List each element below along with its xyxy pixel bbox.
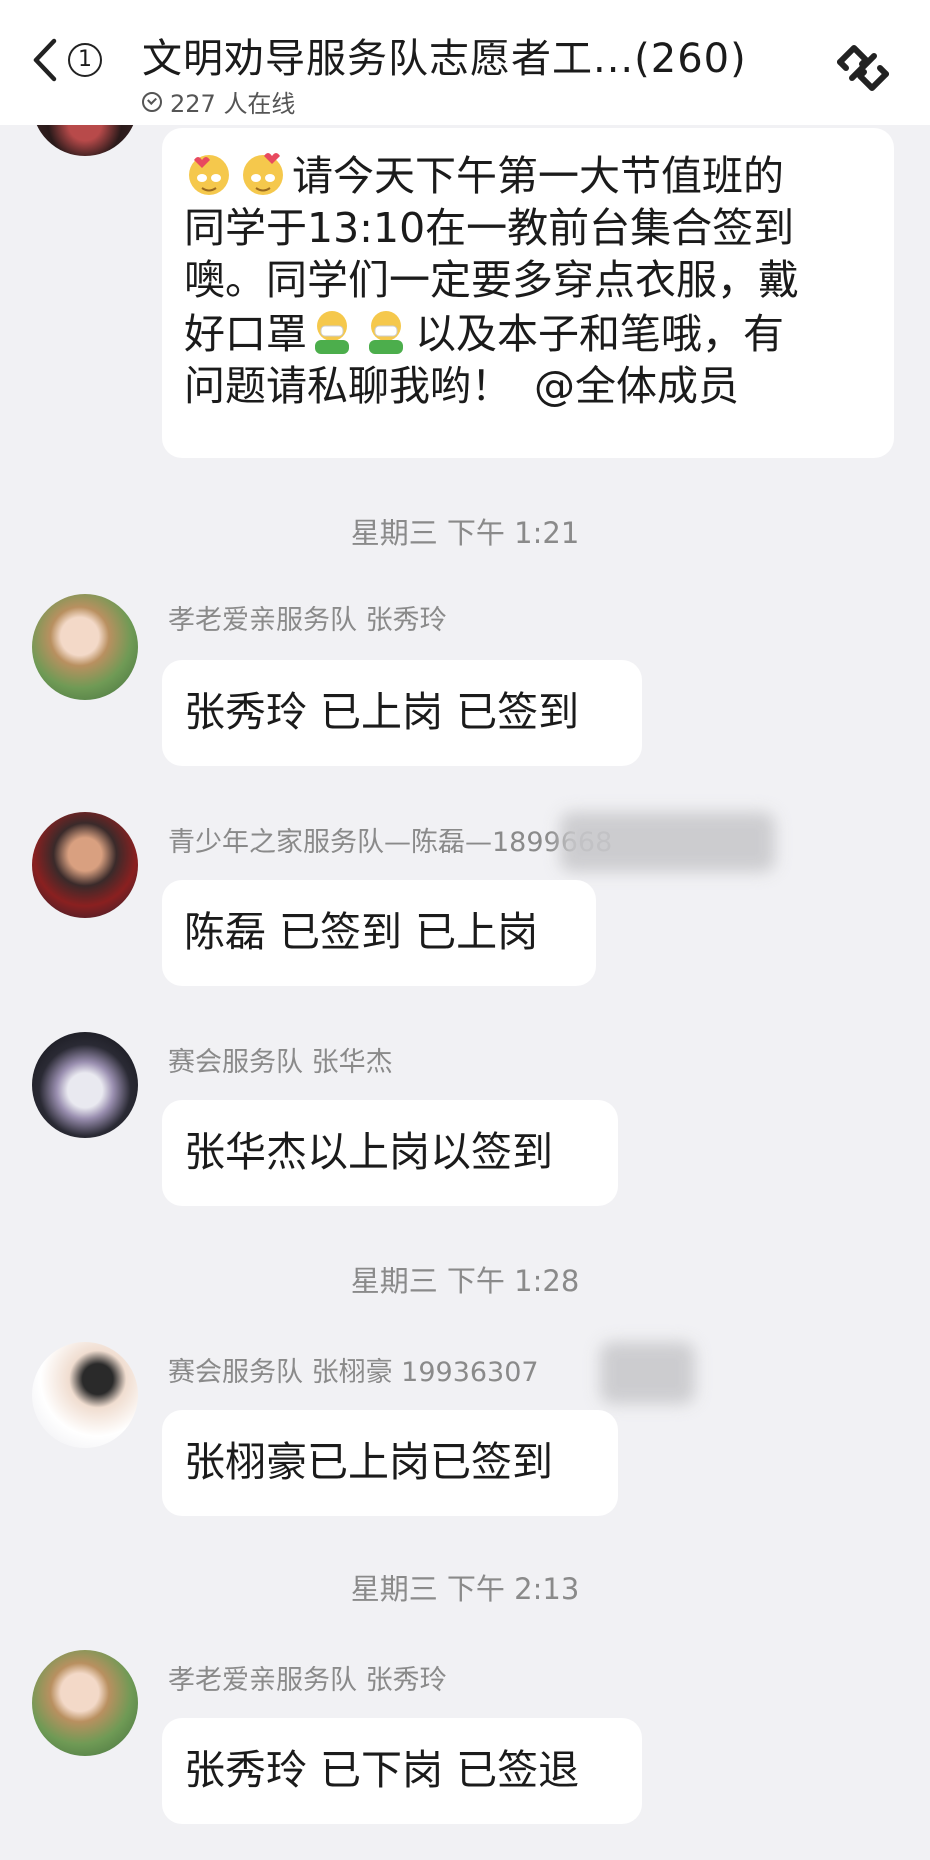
timestamp: 星期三 下午 1:21	[350, 516, 580, 550]
message-line: 请今天下午第一大节值班的	[184, 148, 872, 202]
avatar[interactable]	[32, 1650, 138, 1756]
sender-name: 孝老爱亲服务队 张秀玲	[168, 1665, 447, 1696]
sender-name: 孝老爱亲服务队 张秀玲	[168, 605, 447, 636]
online-count: 227 人在线	[142, 84, 295, 119]
online-icon	[142, 91, 162, 112]
message-text: 陈磊 已签到 已上岗	[184, 908, 539, 956]
sender-name: 赛会服务队 张栩豪 19936307	[168, 1357, 539, 1388]
message-text: 张栩豪已上岗已签到	[184, 1438, 553, 1486]
timestamp: 星期三 下午 1:28	[350, 1264, 580, 1298]
mask-emoji-icon	[315, 311, 349, 354]
redaction	[560, 812, 775, 872]
message-bubble[interactable]: 张秀玲 已上岗 已签到	[162, 660, 642, 766]
heart-eyes-emoji-icon	[189, 155, 229, 195]
share-link-icon	[837, 45, 889, 91]
message-line: 好口罩 以及本子和笔哦，有	[184, 306, 872, 360]
heart-eyes-emoji-icon	[243, 153, 283, 195]
message-bubble[interactable]: 张栩豪已上岗已签到	[162, 1410, 618, 1516]
avatar[interactable]	[32, 812, 138, 918]
redaction	[600, 1342, 695, 1404]
message-line: 噢。同学们一定要多穿点衣服，戴	[184, 256, 799, 304]
group-title: 文明劝导服务队志愿者工...(260)	[142, 36, 747, 82]
message-text: 请今天下午第一大节值班的	[292, 152, 784, 200]
message-bubble[interactable]: 张华杰以上岗以签到	[162, 1100, 618, 1206]
message-bubble[interactable]: 陈磊 已签到 已上岗	[162, 880, 596, 986]
message-text: 张秀玲 已下岗 已签退	[184, 1746, 580, 1794]
message-text: 以及本子和笔哦，有	[415, 310, 784, 358]
chat-header: 1 文明劝导服务队志愿者工...(260) 227 人在线	[0, 0, 930, 125]
message-text: 好口罩	[184, 310, 307, 358]
mask-emoji-icon	[369, 311, 403, 354]
sender-name: 青少年之家服务队—陈磊—1899668	[168, 827, 613, 858]
chevron-left-icon	[33, 38, 57, 82]
mention-all[interactable]: @全体成员	[534, 362, 739, 410]
message-text: 张华杰以上岗以签到	[184, 1128, 553, 1176]
back-button[interactable]: 1	[30, 30, 120, 90]
message-line: 同学于13:10在一教前台集合签到	[184, 204, 795, 252]
sender-name: 赛会服务队 张华杰	[168, 1047, 393, 1078]
timestamp: 星期三 下午 2:13	[350, 1572, 580, 1606]
message-bubble[interactable]: 张秀玲 已下岗 已签退	[162, 1718, 642, 1824]
message-bubble[interactable]: 请今天下午第一大节值班的 同学于13:10在一教前台集合签到 噢。同学们一定要多…	[162, 128, 894, 458]
avatar[interactable]	[32, 1032, 138, 1138]
message-line: 问题请私聊我哟！ @全体成员	[184, 360, 872, 412]
unread-badge: 1	[68, 43, 102, 77]
avatar[interactable]	[32, 1342, 138, 1448]
online-count-text: 227 人在线	[170, 90, 296, 118]
message-text: 张秀玲 已上岗 已签到	[184, 688, 580, 736]
avatar[interactable]	[32, 594, 138, 700]
message-text: 问题请私聊我哟！	[184, 362, 512, 410]
share-button[interactable]	[832, 40, 894, 100]
